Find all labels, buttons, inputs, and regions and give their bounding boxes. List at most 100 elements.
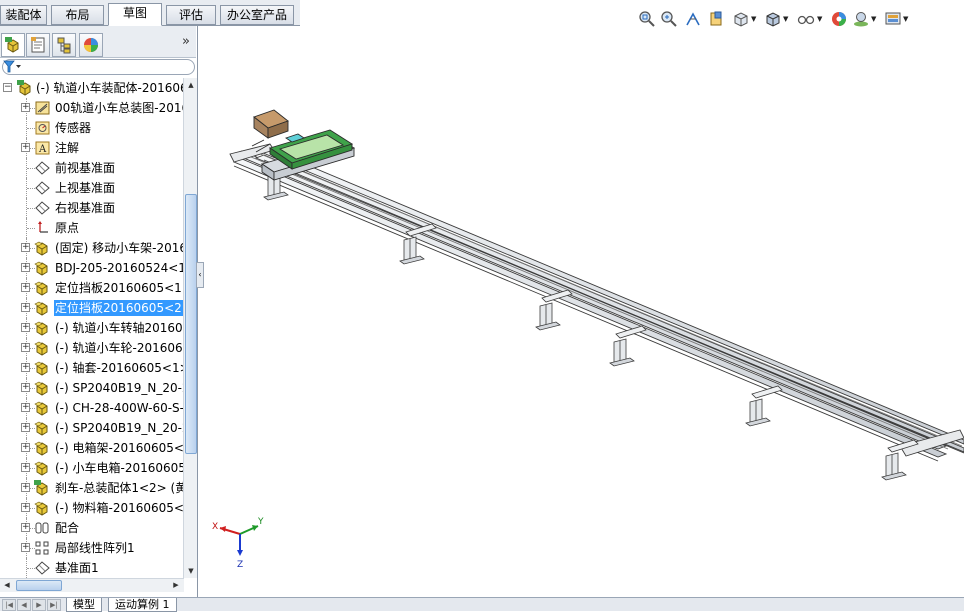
scroll-thumb[interactable] <box>185 194 197 454</box>
tab-motion-study-1[interactable]: 运动算例 1 <box>108 598 177 612</box>
tree-item-label: 前视基准面 <box>55 161 116 175</box>
expand-toggle-icon[interactable]: + <box>21 403 30 412</box>
tree-item[interactable]: 上视基准面 <box>0 178 184 198</box>
tree-item-label: (-) CH-28-400W-60-S- <box>55 401 184 415</box>
tree-item-label: 定位挡板20160605<1> <box>55 281 184 295</box>
mates-icon <box>34 520 51 536</box>
expand-toggle-icon[interactable]: + <box>21 363 30 372</box>
tree-item[interactable]: + (-) 轨道小车轮-2016060 <box>0 338 184 358</box>
component-icon <box>34 260 51 276</box>
tree-item[interactable]: + (-) SP2040B19_N_20-2 <box>0 378 184 398</box>
expand-toggle-icon[interactable]: + <box>21 383 30 392</box>
plane-icon <box>34 560 51 576</box>
graphics-area[interactable]: X Y Z <box>200 26 964 597</box>
component-icon <box>34 300 51 316</box>
expand-toggle-icon[interactable]: + <box>21 323 30 332</box>
filter-icon[interactable] <box>3 60 23 74</box>
tree-item-label: 上视基准面 <box>55 181 116 195</box>
drawing-icon <box>34 100 51 116</box>
expand-toggle-icon[interactable]: + <box>21 543 30 552</box>
panel-expand-chevron-icon[interactable]: » <box>182 34 190 49</box>
feature-manager-icon[interactable] <box>1 33 25 57</box>
tree-item[interactable]: + (-) 小车电箱-20160605 <box>0 458 184 478</box>
tab-model[interactable]: 模型 <box>66 598 102 612</box>
component-icon <box>34 400 51 416</box>
tree-item[interactable]: + 局部线性阵列1 <box>0 538 184 558</box>
configuration-manager-icon[interactable] <box>52 33 76 57</box>
support-leg <box>535 289 573 331</box>
support-leg <box>609 325 647 367</box>
tree-item-label: (-) 电箱架-20160605<1 <box>55 441 184 455</box>
plane-icon <box>34 160 51 176</box>
horizontal-scroll-thumb[interactable] <box>16 580 62 591</box>
tree-item[interactable]: + (-) SP2040B19_N_20-2 <box>0 418 184 438</box>
scroll-right-icon[interactable]: ▶ <box>170 579 182 592</box>
tree-item[interactable]: + BDJ-205-20160524<1 <box>0 258 184 278</box>
panel-tabs: » <box>0 26 196 58</box>
command-manager-tabs: 装配体 布局 草图 评估 办公室产品 <box>0 0 300 26</box>
tree-item[interactable]: + (固定) 移动小车架-2016 <box>0 238 184 258</box>
expand-toggle-icon[interactable]: + <box>21 423 30 432</box>
tree-item[interactable]: 基准面1 <box>0 558 184 578</box>
feature-tree: − (-) 轨道小车装配体-2016060 +00轨道小车总装图-2016 传感器 + A… <box>0 78 184 578</box>
expand-toggle-icon[interactable]: + <box>21 303 30 312</box>
scroll-up-icon[interactable]: ▲ <box>185 78 197 92</box>
tree-item[interactable]: 右视基准面 <box>0 198 184 218</box>
display-manager-icon[interactable] <box>79 33 103 57</box>
expand-toggle-icon[interactable]: + <box>21 283 30 292</box>
expand-toggle-icon[interactable]: + <box>21 483 30 492</box>
expand-toggle-icon[interactable]: + <box>21 263 30 272</box>
tree-item-label: (-) 物料箱-20160605<1 <box>55 501 184 515</box>
tab-evaluate[interactable]: 评估 <box>166 5 216 25</box>
tab-layout[interactable]: 布局 <box>51 5 104 25</box>
property-manager-icon[interactable] <box>26 33 50 57</box>
tree-vertical-scrollbar[interactable]: ▲ ▼ <box>183 78 197 578</box>
triad-y-label: Y <box>257 517 264 527</box>
expand-toggle-icon[interactable]: + <box>21 463 30 472</box>
tree-item[interactable]: + 定位挡板20160605<2> <box>0 298 184 318</box>
tree-item[interactable]: + 刹车-总装配体1<2> (黄 <box>0 478 184 498</box>
support-leg <box>881 439 919 481</box>
expand-toggle-icon[interactable]: + <box>21 503 30 512</box>
component-icon <box>34 500 51 516</box>
expand-toggle-icon[interactable]: − <box>3 83 12 92</box>
next-tab-icon[interactable]: ▶ <box>32 599 46 611</box>
expand-toggle-icon[interactable]: + <box>21 343 30 352</box>
assembly-icon <box>17 80 34 96</box>
expand-toggle-icon[interactable]: + <box>21 143 30 152</box>
tree-item[interactable]: + 配合 <box>0 518 184 538</box>
expand-toggle-icon[interactable]: + <box>21 443 30 452</box>
tree-item[interactable]: +00轨道小车总装图-2016 <box>0 98 184 118</box>
scroll-down-icon[interactable]: ▼ <box>185 564 197 578</box>
bottom-tab-bar: |◀ ◀ ▶ ▶| 模型 运动算例 1 <box>0 597 964 612</box>
tree-item[interactable]: 传感器 <box>0 118 184 138</box>
first-tab-icon[interactable]: |◀ <box>2 599 16 611</box>
tab-assembly[interactable]: 装配体 <box>0 5 47 25</box>
tree-item[interactable]: + (-) 轨道小车转轴20160 <box>0 318 184 338</box>
scroll-left-icon[interactable]: ◀ <box>1 579 13 592</box>
tree-item-label: (-) 小车电箱-20160605 <box>55 461 184 475</box>
component-icon <box>34 360 51 376</box>
tree-filter[interactable] <box>0 58 196 76</box>
expand-toggle-icon[interactable]: + <box>21 523 30 532</box>
prev-tab-icon[interactable]: ◀ <box>17 599 31 611</box>
tree-item[interactable]: + (-) 物料箱-20160605<1 <box>0 498 184 518</box>
filter-input[interactable] <box>2 59 195 75</box>
tree-item[interactable]: + (-) 电箱架-20160605<1 <box>0 438 184 458</box>
tree-item[interactable]: − (-) 轨道小车装配体-2016060 <box>0 78 184 98</box>
tab-sketch[interactable]: 草图 <box>108 3 162 26</box>
last-tab-icon[interactable]: ▶| <box>47 599 61 611</box>
tab-office-products[interactable]: 办公室产品 <box>220 5 294 25</box>
tree-item-label: (-) 轨道小车转轴20160 <box>55 321 183 335</box>
tree-item[interactable]: 原点 <box>0 218 184 238</box>
expand-toggle-icon[interactable]: + <box>21 243 30 252</box>
tree-item[interactable]: + 定位挡板20160605<1> <box>0 278 184 298</box>
plane-icon <box>34 200 51 216</box>
tree-horizontal-scrollbar[interactable]: ◀ ▶ <box>0 578 184 592</box>
tree-item-label: 局部线性阵列1 <box>55 541 135 555</box>
tree-item[interactable]: 前视基准面 <box>0 158 184 178</box>
tree-item[interactable]: + A 注解 <box>0 138 184 158</box>
expand-toggle-icon[interactable]: + <box>21 103 30 112</box>
tree-item[interactable]: + (-) CH-28-400W-60-S- <box>0 398 184 418</box>
tree-item[interactable]: + (-) 轴套-20160605<1> <box>0 358 184 378</box>
